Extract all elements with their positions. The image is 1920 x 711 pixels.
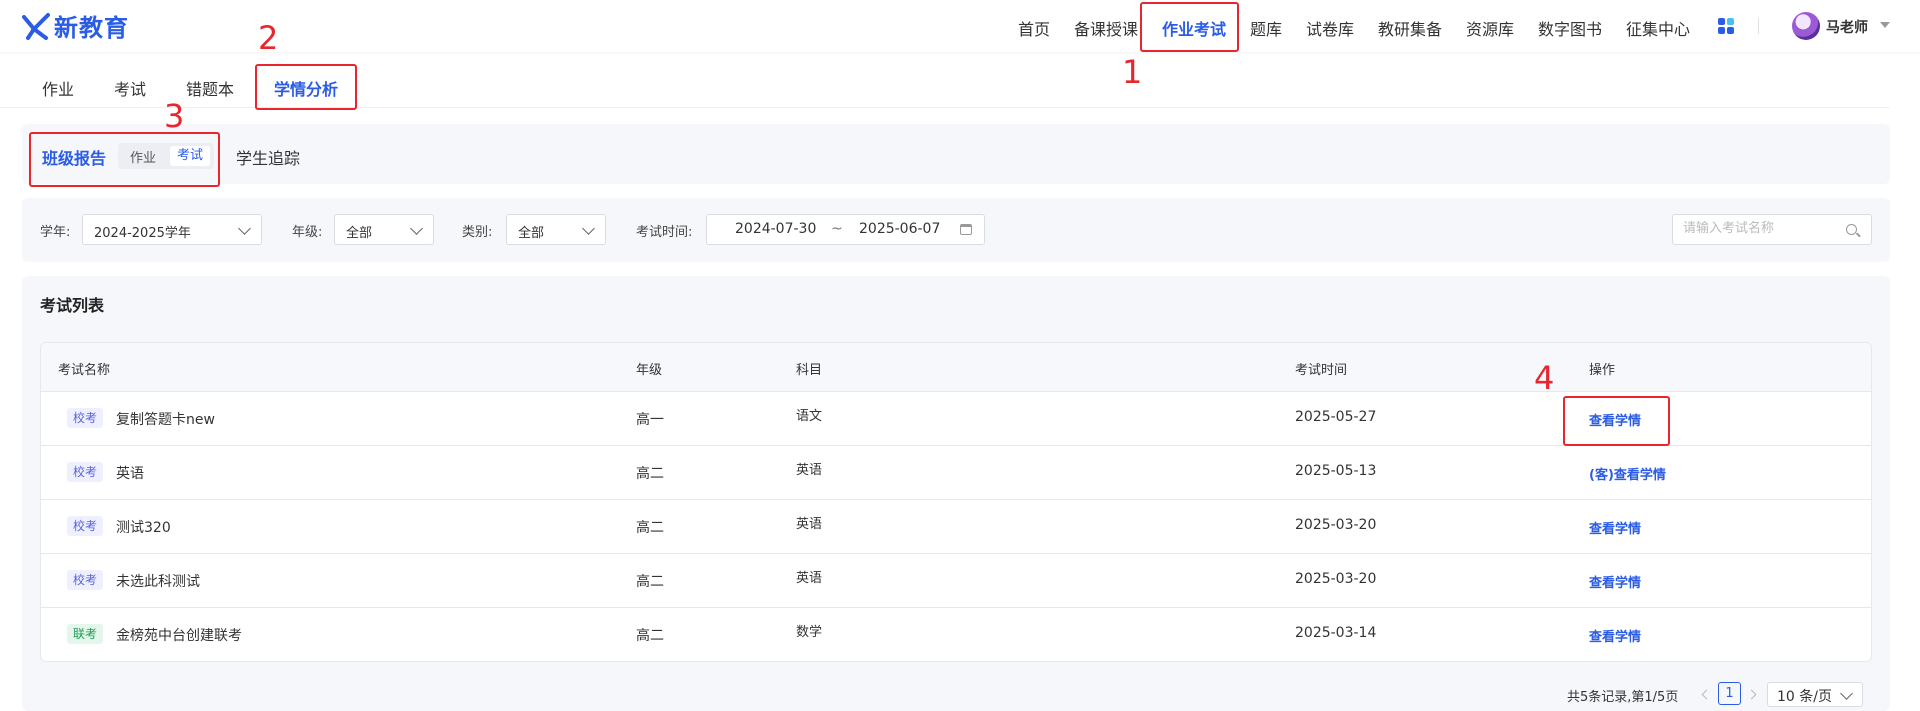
table-row: 联考 金榜苑中台创建联考 高二 数学 2025-03-14 查看学情 <box>41 608 1871 661</box>
exam-name: 复制答题卡new <box>116 412 215 428</box>
search-icon[interactable] <box>1846 224 1857 235</box>
column-header-grade: 年级 <box>636 363 663 378</box>
annotation-box-4 <box>1563 396 1670 446</box>
chevron-down-icon[interactable] <box>1880 22 1890 28</box>
logo[interactable]: 新教育 <box>22 8 129 43</box>
exam-time-label: 考试时间: <box>636 225 693 240</box>
student-tracking-tab[interactable]: 学生追踪 <box>236 145 300 169</box>
exam-table: 考试名称 年级 科目 考试时间 操作 校考 复制答题卡new 高一 语文 202… <box>40 342 1872 662</box>
nav-home[interactable]: 首页 <box>1018 16 1050 40</box>
date-end[interactable]: 2025-06-07 <box>859 221 940 237</box>
annotation-number-4: 4 <box>1534 359 1555 397</box>
exam-search-input[interactable] <box>1683 221 1833 236</box>
view-analysis-link[interactable]: 查看学情 <box>1589 518 1641 537</box>
exam-grade: 高二 <box>636 466 664 482</box>
annotation-number-3: 3 <box>164 97 185 135</box>
category-label: 类别: <box>462 225 493 240</box>
exam-subject: 数学 <box>796 625 823 640</box>
annotation-number-2: 2 <box>258 19 279 57</box>
apps-grid-icon[interactable] <box>1718 18 1734 34</box>
nav-research-prep[interactable]: 教研集备 <box>1378 16 1442 40</box>
pagination-info: 共5条记录,第1/5页 <box>1567 690 1679 705</box>
annotation-box-2 <box>255 64 357 110</box>
nav-paper-library[interactable]: 试卷库 <box>1306 16 1354 40</box>
logo-icon <box>22 12 50 40</box>
calendar-icon <box>960 224 972 235</box>
annotation-number-1: 1 <box>1122 53 1143 91</box>
tab-exam[interactable]: 考试 <box>114 76 146 100</box>
date-range-picker[interactable]: 2024-07-30 ~ 2025-06-07 <box>706 214 985 245</box>
exam-name: 未选此科测试 <box>116 574 200 590</box>
exam-grade: 高二 <box>636 574 664 590</box>
tab-homework[interactable]: 作业 <box>42 76 74 100</box>
annotation-box-1 <box>1140 2 1239 52</box>
exam-type-badge: 校考 <box>67 408 104 428</box>
exam-search-box[interactable] <box>1672 214 1872 245</box>
exam-list-title: 考试列表 <box>40 296 105 315</box>
table-row: 校考 未选此科测试 高二 英语 2025-03-20 查看学情 <box>41 554 1871 608</box>
exam-date: 2025-03-14 <box>1295 625 1377 641</box>
nav-digital-books[interactable]: 数字图书 <box>1538 16 1602 40</box>
view-analysis-link[interactable]: 查看学情 <box>1589 626 1641 645</box>
exam-type-badge: 联考 <box>67 624 104 644</box>
view-analysis-link[interactable]: 查看学情 <box>1589 572 1641 591</box>
year-select[interactable]: 2024-2025学年 <box>82 214 262 245</box>
column-header-name: 考试名称 <box>58 363 111 378</box>
exam-subject: 语文 <box>796 409 823 424</box>
page-number-current[interactable]: 1 <box>1718 682 1741 705</box>
page-size-value: 10 条/页 <box>1777 689 1832 705</box>
chevron-down-icon <box>1840 687 1853 700</box>
exam-subject: 英语 <box>796 571 823 586</box>
year-value: 2024-2025学年 <box>94 226 191 241</box>
year-label: 学年: <box>40 225 71 240</box>
category-select[interactable]: 全部 <box>506 214 606 245</box>
nav-resource-library[interactable]: 资源库 <box>1466 16 1514 40</box>
column-header-action: 操作 <box>1589 363 1616 378</box>
nav-question-bank[interactable]: 题库 <box>1250 16 1282 40</box>
category-value: 全部 <box>518 226 545 241</box>
nav-collection-center[interactable]: 征集中心 <box>1626 16 1690 40</box>
exam-date: 2025-05-13 <box>1295 463 1377 479</box>
chevron-down-icon <box>238 222 251 235</box>
logo-text: 新教育 <box>54 14 129 42</box>
exam-grade: 高二 <box>636 520 664 536</box>
exam-subject: 英语 <box>796 463 823 478</box>
grade-value: 全部 <box>346 226 373 241</box>
exam-grade: 高二 <box>636 628 664 644</box>
avatar[interactable] <box>1792 12 1820 40</box>
page-size-select[interactable]: 10 条/页 <box>1767 682 1863 707</box>
annotation-box-3 <box>29 132 220 187</box>
exam-date: 2025-05-27 <box>1295 409 1377 425</box>
top-header: 新教育 首页 备课授课 作业考试 题库 试卷库 教研集备 资源库 数字图书 征集… <box>0 0 1920 52</box>
table-row: 校考 英语 高二 英语 2025-05-13 (客)查看学情 <box>41 446 1871 500</box>
user-name[interactable]: 马老师 <box>1826 17 1868 37</box>
exam-type-badge: 校考 <box>67 516 104 536</box>
exam-name: 英语 <box>116 466 144 482</box>
exam-date: 2025-03-20 <box>1295 571 1377 587</box>
view-analysis-link[interactable]: (客)查看学情 <box>1589 464 1666 483</box>
exam-name: 金榜苑中台创建联考 <box>116 628 242 644</box>
date-start[interactable]: 2024-07-30 <box>735 221 816 237</box>
exam-grade: 高一 <box>636 412 664 428</box>
tab-wrong-book[interactable]: 错题本 <box>186 76 234 100</box>
exam-date: 2025-03-20 <box>1295 517 1377 533</box>
exam-type-badge: 校考 <box>67 462 104 482</box>
table-row: 校考 测试320 高二 英语 2025-03-20 查看学情 <box>41 500 1871 554</box>
date-separator: ~ <box>831 221 843 237</box>
grade-label: 年级: <box>292 225 323 240</box>
table-header: 考试名称 年级 科目 考试时间 操作 <box>41 343 1871 392</box>
report-panel <box>22 124 1890 184</box>
nav-lesson-prep[interactable]: 备课授课 <box>1074 16 1138 40</box>
chevron-down-icon <box>410 222 423 235</box>
exam-name: 测试320 <box>116 520 171 536</box>
exam-subject: 英语 <box>796 517 823 532</box>
grade-select[interactable]: 全部 <box>334 214 434 245</box>
header-divider <box>1758 18 1759 34</box>
column-header-subject: 科目 <box>796 363 823 378</box>
exam-type-badge: 校考 <box>67 570 104 590</box>
column-header-time: 考试时间 <box>1295 363 1348 378</box>
chevron-down-icon <box>582 222 595 235</box>
